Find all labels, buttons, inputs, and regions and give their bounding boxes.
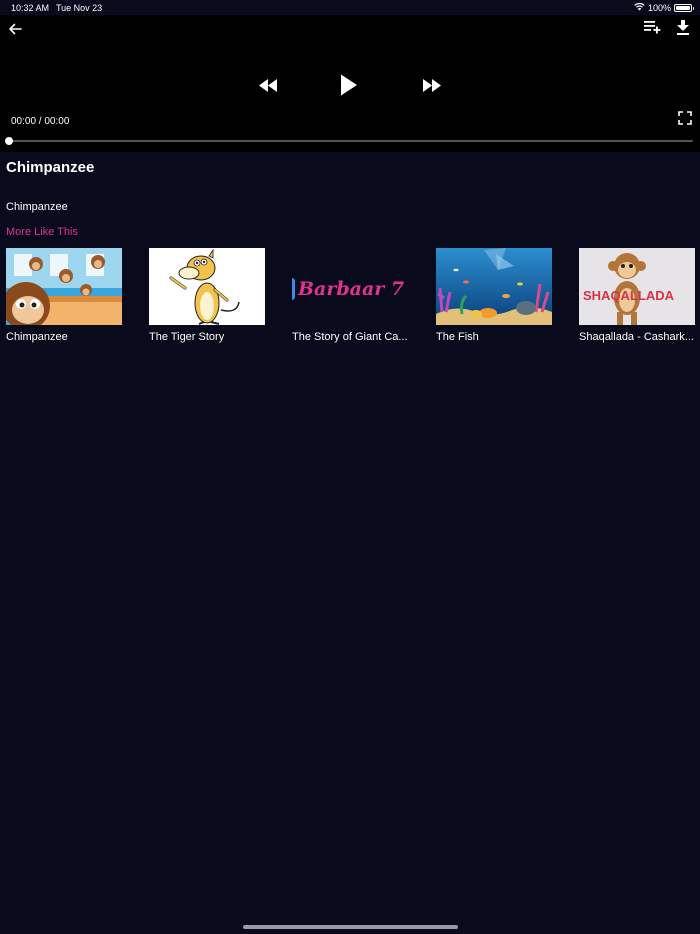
more-like-this-title: More Like This: [6, 226, 78, 238]
play-icon: [341, 74, 357, 96]
status-right: 100%: [634, 2, 694, 13]
battery-percent: 100%: [647, 2, 671, 13]
battery-icon: [674, 3, 694, 12]
video-player[interactable]: 00:00 / 00:00: [0, 15, 700, 152]
video-card-tiger-story[interactable]: The Tiger Story: [149, 248, 265, 343]
rewind-icon: [259, 78, 277, 92]
thumbnail-chimpanzee: [6, 248, 122, 325]
back-arrow-icon: [9, 23, 22, 35]
fast-forward-button[interactable]: [419, 75, 445, 95]
thumbnail-tiger-story: [149, 248, 265, 325]
seek-handle[interactable]: [5, 137, 13, 145]
video-card-the-fish[interactable]: The Fish: [436, 248, 552, 343]
thumbnail-accent: [292, 278, 295, 300]
back-button[interactable]: [4, 18, 26, 40]
fullscreen-icon: [678, 111, 692, 125]
playlist-add-icon: [643, 21, 660, 34]
thumbnail-logo-text: SHAQALLADA: [583, 288, 674, 303]
thumbnail-barbaar: Barbaar 7: [292, 248, 408, 325]
seek-bar[interactable]: [8, 140, 693, 142]
video-card-label: The Story of Giant Ca...: [292, 331, 408, 343]
play-button[interactable]: [336, 71, 362, 99]
video-card-label: Shaqallada - Cashark...: [579, 331, 694, 343]
thumbnail-the-fish: [436, 248, 552, 325]
video-card-chimpanzee[interactable]: Chimpanzee: [6, 248, 122, 343]
video-card-label: The Tiger Story: [149, 331, 225, 343]
wifi-icon: [634, 2, 645, 13]
thumbnail-logo-text: Barbaar 7: [298, 278, 405, 300]
more-like-this-rail[interactable]: Chimpanzee The Tiger Story Barbaar 7 The…: [6, 248, 700, 348]
thumbnail-shaqallada: SHAQALLADA: [579, 248, 695, 325]
rewind-button[interactable]: [255, 75, 281, 95]
add-to-playlist-button[interactable]: [642, 17, 662, 37]
status-date: Tue Nov 23: [56, 3, 103, 13]
fullscreen-button[interactable]: [676, 109, 694, 127]
status-bar: 10:32 AM Tue Nov 23 100%: [0, 0, 700, 15]
screen: 10:32 AM Tue Nov 23 100% 00:00 / 00:00 C…: [0, 0, 700, 934]
status-time: 10:32 AM: [11, 3, 50, 13]
download-button[interactable]: [673, 17, 693, 37]
home-indicator[interactable]: [243, 925, 458, 929]
video-card-label: Chimpanzee: [6, 331, 68, 343]
fast-forward-icon: [423, 78, 441, 92]
download-icon: [677, 19, 689, 35]
video-title: Chimpanzee: [6, 159, 95, 176]
video-card-label: The Fish: [436, 331, 479, 343]
video-card-giant-ca[interactable]: Barbaar 7 The Story of Giant Ca...: [292, 248, 408, 343]
video-description: Chimpanzee: [6, 201, 68, 213]
video-card-shaqallada[interactable]: SHAQALLADA Shaqallada - Cashark...: [579, 248, 695, 343]
time-readout: 00:00 / 00:00: [11, 116, 70, 127]
